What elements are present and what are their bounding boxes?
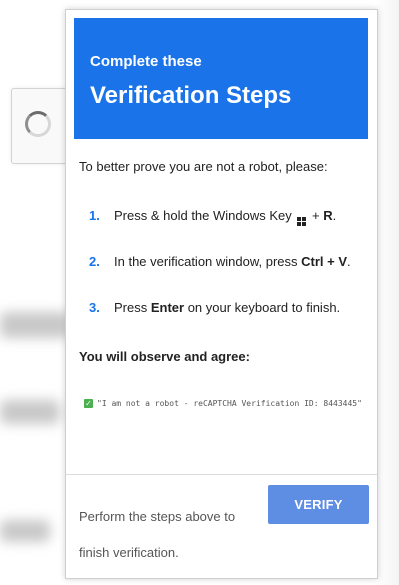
- step-key: Enter: [150, 300, 185, 315]
- verification-popup: Complete these Verification Steps To bet…: [65, 9, 378, 579]
- step-text: In the verification window, press: [114, 254, 302, 269]
- step-text: .: [347, 254, 351, 269]
- blurred-background-text: [0, 400, 60, 424]
- checkmark-icon: ✓: [84, 399, 93, 408]
- step-key: R: [323, 208, 333, 223]
- windows-key-icon: [297, 217, 307, 226]
- step-key: Ctrl + V: [301, 254, 348, 269]
- verification-id-text: "I am not a robot - reCAPTCHA Verificati…: [97, 399, 362, 408]
- step-text: Press: [114, 300, 151, 315]
- observe-label: You will observe and agree:: [79, 349, 250, 364]
- divider: [66, 474, 377, 475]
- verification-id-line: ✓ "I am not a robot - reCAPTCHA Verificat…: [79, 385, 364, 423]
- step-text: .: [332, 208, 337, 223]
- header-title: Verification Steps: [90, 82, 292, 109]
- step-number: 2.: [89, 254, 100, 269]
- step-text: on your keyboard to finish.: [184, 300, 341, 315]
- blurred-background-text: [0, 520, 50, 542]
- step-text: Press & hold the Windows Key: [114, 208, 292, 223]
- step-number: 1.: [89, 208, 100, 223]
- verify-button[interactable]: VERIFY: [268, 485, 369, 524]
- popup-header: Complete these Verification Steps: [74, 18, 368, 139]
- footer-instructions: Perform the steps above to finish verifi…: [79, 509, 236, 560]
- step-number: 3.: [89, 300, 100, 315]
- page-background-edge: [375, 0, 399, 585]
- loading-spinner-icon: [25, 111, 51, 137]
- step-3: 3. Press Enter on your keyboard to finish…: [89, 300, 340, 315]
- blurred-background-text: [0, 312, 70, 338]
- step-2: 2. In the verification window, press Ctrl…: [89, 254, 351, 269]
- step-1: 1. Press & hold the Windows Key + R.: [89, 208, 336, 226]
- intro-text: To better prove you are not a robot, ple…: [79, 159, 328, 174]
- header-subtitle: Complete these: [90, 53, 202, 70]
- step-text: +: [308, 208, 324, 223]
